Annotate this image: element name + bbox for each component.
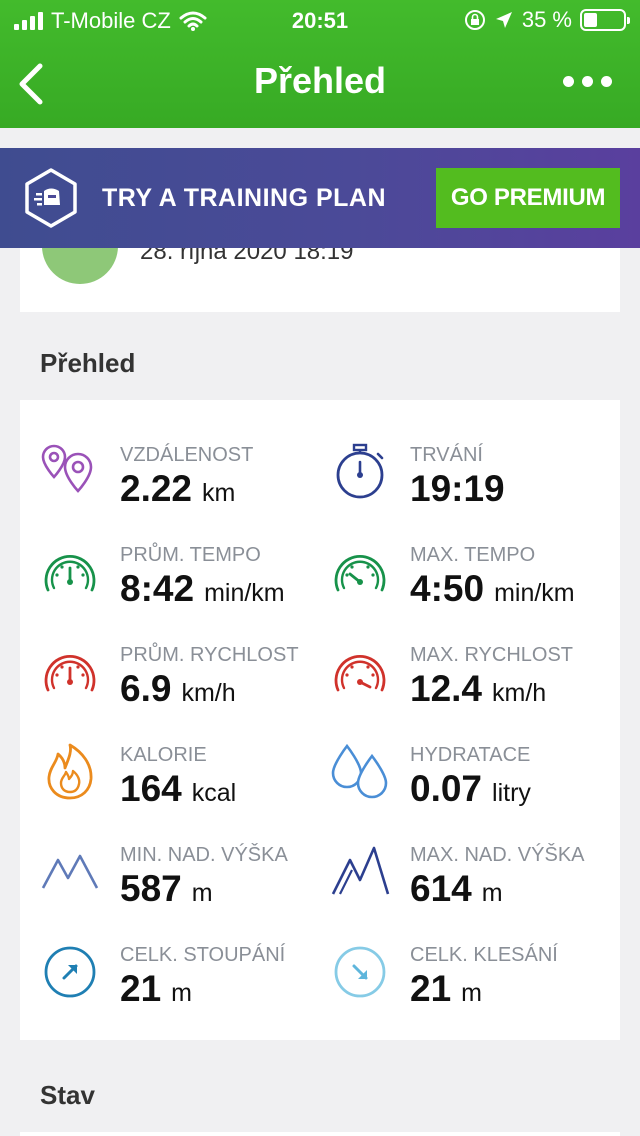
stat-unit: km/h (181, 679, 236, 707)
stat-label: HYDRATACE (410, 744, 531, 766)
stat-unit: kcal (191, 779, 237, 807)
stat-distance: VZDÁLENOST 2.22 km (40, 442, 330, 522)
stat-max-speed: MAX. RYCHLOST 12.4 km/h (330, 642, 620, 722)
stat-calories: KALORIE 164 kcal (40, 742, 330, 822)
stat-value: 4:50 (410, 568, 485, 609)
stat-value: 19:19 (410, 468, 505, 509)
flame-icon (47, 743, 93, 800)
activity-avatar (42, 248, 118, 284)
premium-banner[interactable]: TRY A TRAINING PLAN GO PREMIUM (0, 148, 640, 248)
stat-value: 12.4 (410, 668, 483, 709)
more-options-icon[interactable] (563, 76, 612, 87)
stat-unit: km/h (492, 679, 547, 707)
section-title-overview: Přehled (40, 348, 136, 378)
stat-unit: km (202, 479, 236, 507)
stat-total-ascent: CELK. STOUPÁNÍ 21 m (40, 942, 330, 1022)
stat-avg-speed: PRŮM. RYCHLOST 6.9 km/h (40, 642, 330, 722)
app-header: T-Mobile CZ 20:51 35 % Přehled (0, 0, 640, 128)
avg-speed-gauge-icon (44, 655, 96, 692)
stat-label: MAX. TEMPO (410, 544, 536, 566)
stat-unit: m (461, 979, 482, 1007)
min-elevation-mountain-icon (41, 854, 99, 889)
water-drops-icon (331, 743, 388, 799)
avg-pace-gauge-icon (44, 555, 96, 592)
stat-unit: min/km (204, 579, 285, 607)
stat-label: KALORIE (120, 744, 207, 766)
stat-value: 0.07 (410, 768, 483, 809)
location-pins-icon (41, 444, 93, 493)
stat-value: 164 (120, 768, 182, 809)
stat-unit: m (191, 879, 213, 907)
page-title: Přehled (253, 60, 387, 101)
status-bar: T-Mobile CZ 20:51 35 % (0, 0, 640, 42)
stat-label: MIN. NAD. VÝŠKA (120, 844, 288, 866)
status-right: 35 % (464, 7, 630, 33)
stat-label: PRŮM. RYCHLOST (120, 644, 299, 666)
max-speed-gauge-icon (334, 655, 386, 692)
stat-hydration: HYDRATACE 0.07 litry (330, 742, 620, 822)
stats-card: VZDÁLENOST 2.22 km TRVÁNÍ 19:19 PRŮM. TEM… (20, 400, 620, 1040)
location-arrow-icon (495, 12, 512, 28)
banner-text: TRY A TRAINING PLAN (102, 184, 387, 212)
stat-label: CELK. KLESÁNÍ (410, 944, 558, 966)
stat-value: 8:42 (120, 568, 195, 609)
stat-duration: TRVÁNÍ 19:19 (330, 442, 620, 522)
stat-unit: min/km (494, 579, 575, 607)
stat-avg-pace: PRŮM. TEMPO 8:42 min/km (40, 542, 330, 622)
stat-label: MAX. NAD. VÝŠKA (410, 844, 585, 866)
stat-unit: litry (492, 779, 531, 807)
stat-label: VZDÁLENOST (120, 444, 254, 466)
workout-date: 28. října 2020 18:19 (140, 248, 354, 265)
ascent-arrow-icon (44, 946, 96, 998)
stat-value: 587 (120, 868, 182, 909)
stat-value: 6.9 (120, 668, 172, 709)
rotation-lock-icon (464, 10, 485, 30)
descent-arrow-icon (334, 946, 386, 998)
status-card (20, 1132, 620, 1136)
navigation-bar: Přehled (0, 42, 640, 128)
go-premium-button[interactable]: GO PREMIUM (436, 168, 620, 228)
stat-value: 21 (410, 968, 452, 1009)
stat-label: TRVÁNÍ (410, 444, 483, 466)
stat-label: CELK. STOUPÁNÍ (120, 944, 286, 966)
max-elevation-mountain-icon (331, 846, 390, 895)
stat-label: PRŮM. TEMPO (120, 544, 261, 566)
workout-header-card[interactable]: 28. října 2020 18:19 (20, 248, 620, 312)
stopwatch-icon (336, 443, 384, 499)
stat-total-descent: CELK. KLESÁNÍ 21 m (330, 942, 620, 1022)
stat-label: MAX. RYCHLOST (410, 644, 573, 666)
stat-value: 614 (410, 868, 472, 909)
battery-percent: 35 % (521, 7, 572, 32)
stat-max-elevation: MAX. NAD. VÝŠKA 614 m (330, 842, 620, 922)
stat-unit: m (171, 979, 192, 1007)
battery-level (584, 13, 598, 27)
section-title-status: Stav (40, 1080, 95, 1110)
training-plan-icon (25, 168, 77, 228)
max-pace-gauge-icon (334, 555, 386, 592)
stat-min-elevation: MIN. NAD. VÝŠKA 587 m (40, 842, 330, 922)
battery-icon (580, 9, 630, 31)
stat-max-pace: MAX. TEMPO 4:50 min/km (330, 542, 620, 622)
stat-value: 2.22 (120, 468, 193, 509)
stat-value: 21 (120, 968, 162, 1009)
stat-unit: m (481, 879, 503, 907)
